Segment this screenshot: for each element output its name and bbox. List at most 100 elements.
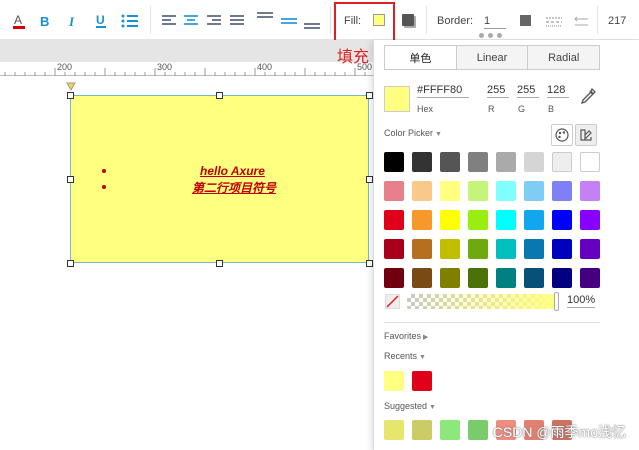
palette-swatch[interactable] bbox=[468, 152, 488, 172]
palette-swatch[interactable] bbox=[580, 268, 600, 288]
italic-icon[interactable]: I bbox=[66, 12, 80, 30]
swatch-mode-button[interactable] bbox=[575, 124, 597, 146]
rectangle-shape[interactable]: hello Axure 第二行项目符号 bbox=[70, 95, 369, 263]
font-color-icon[interactable]: A bbox=[12, 12, 26, 30]
palette-swatch[interactable] bbox=[468, 239, 488, 259]
opacity-slider-handle[interactable] bbox=[554, 292, 559, 311]
palette-swatch[interactable] bbox=[384, 239, 404, 259]
palette-swatch[interactable] bbox=[580, 210, 600, 230]
suggested-section[interactable]: Suggested ▼ bbox=[384, 401, 436, 411]
palette-swatch[interactable] bbox=[496, 210, 516, 230]
recent-color-swatch[interactable] bbox=[384, 371, 404, 391]
suggested-color-swatch[interactable] bbox=[468, 420, 488, 440]
palette-swatch[interactable] bbox=[384, 210, 404, 230]
opacity-slider-track[interactable] bbox=[407, 294, 557, 309]
toolbar-value[interactable]: 217 bbox=[608, 15, 626, 27]
palette-swatch[interactable] bbox=[552, 210, 572, 230]
resize-handle[interactable] bbox=[67, 176, 74, 183]
align-left-icon[interactable] bbox=[161, 12, 177, 30]
palette-swatch[interactable] bbox=[412, 210, 432, 230]
palette-swatch[interactable] bbox=[524, 181, 544, 201]
palette-swatch[interactable] bbox=[384, 181, 404, 201]
svg-text:A: A bbox=[14, 13, 22, 27]
palette-swatch[interactable] bbox=[468, 210, 488, 230]
resize-handle[interactable] bbox=[366, 92, 373, 99]
underline-icon[interactable]: U bbox=[94, 12, 108, 30]
palette-swatch[interactable] bbox=[468, 268, 488, 288]
favorites-section[interactable]: Favorites ▶ bbox=[384, 331, 428, 341]
recents-section[interactable]: Recents ▼ bbox=[384, 351, 426, 361]
palette-icon bbox=[555, 128, 569, 142]
resize-handle[interactable] bbox=[67, 260, 74, 267]
recent-color-swatch[interactable] bbox=[412, 371, 432, 391]
palette-swatch[interactable] bbox=[524, 152, 544, 172]
palette-swatch[interactable] bbox=[468, 181, 488, 201]
tab-linear[interactable]: Linear bbox=[456, 46, 529, 69]
border-color-button[interactable] bbox=[520, 15, 531, 26]
align-middle-icon[interactable] bbox=[280, 12, 298, 30]
resize-handle[interactable] bbox=[216, 260, 223, 267]
palette-swatch[interactable] bbox=[524, 268, 544, 288]
bullet-list-icon[interactable] bbox=[121, 12, 139, 30]
palette-swatch[interactable] bbox=[440, 181, 460, 201]
color-picker-section[interactable]: Color Picker ▼ bbox=[384, 128, 442, 138]
red-input[interactable]: 255 bbox=[487, 84, 509, 98]
palette-swatch[interactable] bbox=[496, 181, 516, 201]
border-width-input[interactable]: 1 bbox=[484, 13, 506, 29]
align-justify-icon[interactable] bbox=[229, 12, 245, 30]
suggested-color-swatch[interactable] bbox=[412, 420, 432, 440]
suggested-color-swatch[interactable] bbox=[384, 420, 404, 440]
palette-swatch[interactable] bbox=[384, 268, 404, 288]
suggested-label: Suggested bbox=[384, 401, 428, 411]
resize-handle[interactable] bbox=[366, 176, 373, 183]
align-center-icon[interactable] bbox=[183, 12, 199, 30]
palette-swatch[interactable] bbox=[412, 152, 432, 172]
align-bottom-icon[interactable] bbox=[303, 14, 321, 32]
blue-input[interactable]: 128 bbox=[547, 84, 569, 98]
palette-swatch[interactable] bbox=[496, 239, 516, 259]
palette-swatch[interactable] bbox=[552, 181, 572, 201]
tab-solid[interactable]: 单色 bbox=[385, 46, 457, 69]
border-style-icon[interactable] bbox=[545, 13, 563, 31]
resize-handle[interactable] bbox=[366, 260, 373, 267]
no-fill-icon[interactable] bbox=[385, 294, 400, 309]
palette-swatch[interactable] bbox=[552, 152, 572, 172]
bold-icon[interactable]: B bbox=[38, 12, 52, 30]
palette-swatch[interactable] bbox=[440, 239, 460, 259]
palette-swatch[interactable] bbox=[524, 239, 544, 259]
palette-swatch[interactable] bbox=[496, 268, 516, 288]
palette-swatch[interactable] bbox=[412, 268, 432, 288]
arrow-style-icon[interactable] bbox=[574, 13, 590, 31]
palette-swatch[interactable] bbox=[440, 268, 460, 288]
palette-swatch[interactable] bbox=[524, 210, 544, 230]
palette-swatch[interactable] bbox=[580, 239, 600, 259]
tab-radial[interactable]: Radial bbox=[528, 46, 600, 69]
recents-label: Recents bbox=[384, 351, 418, 361]
hex-input[interactable]: #FFFF80 bbox=[417, 84, 469, 98]
bullet-marker bbox=[102, 185, 106, 189]
suggested-color-swatch[interactable] bbox=[440, 420, 460, 440]
anchor-marker-icon[interactable] bbox=[66, 82, 76, 92]
resize-handle[interactable] bbox=[67, 92, 74, 99]
palette-swatch[interactable] bbox=[412, 239, 432, 259]
palette-mode-button[interactable] bbox=[551, 124, 573, 146]
opacity-input[interactable]: 100% bbox=[567, 294, 596, 308]
palette-swatch[interactable] bbox=[496, 152, 516, 172]
palette-swatch[interactable] bbox=[440, 210, 460, 230]
watermark: CSDN @雨季mo浅忆 bbox=[492, 424, 626, 440]
align-top-icon[interactable] bbox=[256, 10, 274, 28]
palette-swatch[interactable] bbox=[384, 152, 404, 172]
shape-text-line-2[interactable]: 第二行项目符号 bbox=[192, 179, 276, 196]
eyedropper-icon[interactable] bbox=[580, 88, 596, 106]
green-input[interactable]: 255 bbox=[517, 84, 539, 98]
shape-text-line-1[interactable]: hello Axure bbox=[200, 164, 265, 178]
palette-swatch[interactable] bbox=[552, 239, 572, 259]
palette-swatch[interactable] bbox=[412, 181, 432, 201]
align-right-icon[interactable] bbox=[206, 12, 222, 30]
palette-swatch[interactable] bbox=[552, 268, 572, 288]
shadow-button[interactable] bbox=[402, 14, 414, 26]
palette-swatch[interactable] bbox=[440, 152, 460, 172]
palette-swatch[interactable] bbox=[580, 152, 600, 172]
palette-swatch[interactable] bbox=[580, 181, 600, 201]
resize-handle[interactable] bbox=[216, 92, 223, 99]
